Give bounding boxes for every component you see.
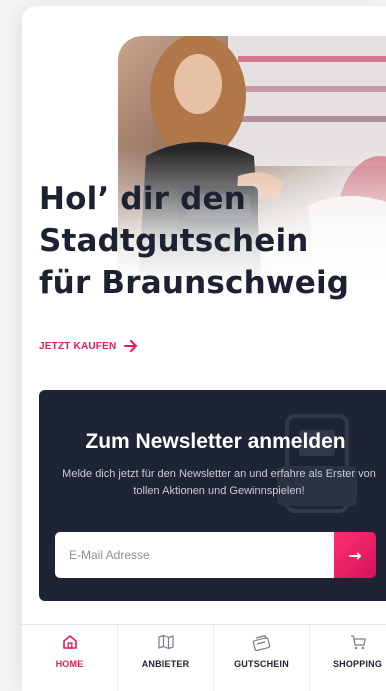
hero-title-line: Stadtgutschein [39,223,309,259]
newsletter-decor-icon [277,414,357,513]
cart-icon [350,635,366,650]
newsletter-form: → [55,532,376,578]
nav-label-anbieter: ANBIETER [141,659,190,669]
home-icon [62,635,77,649]
newsletter-section: Zum Newsletter anmelden Melde dich jetzt… [39,390,386,601]
nav-item-shopping[interactable]: SHOPPING [310,625,386,691]
email-input[interactable] [55,532,334,578]
hero-title-line: für Braunschweig [39,265,350,301]
buy-now-label: JETZT KAUFEN [39,341,117,352]
newsletter-description: Melde dich jetzt für den Newsletter an u… [62,468,376,497]
page-card: Hol’ dir den Stadtgutschein für Braunsch… [22,6,386,691]
nav-label-home: HOME [55,659,84,669]
newsletter-title: Zum Newsletter anmelden [85,430,346,453]
nav-item-anbieter[interactable]: ANBIETER [118,625,214,691]
arrow-right-icon [124,340,138,353]
nav-label-gutschein: GUTSCHEIN [234,659,289,669]
nav-item-home[interactable]: HOME [22,625,118,691]
nav-label-shopping: SHOPPING [332,659,383,669]
map-icon [157,634,174,650]
buy-now-link[interactable]: JETZT KAUFEN [39,340,138,353]
newsletter-submit-button[interactable]: → [334,532,376,578]
nav-item-gutschein[interactable]: GUTSCHEIN [214,625,310,691]
bottom-navigation: HOME ANBIETER GUTSCHEIN SHOPPING [22,624,386,691]
arrow-right-icon: → [348,545,362,565]
hero-title: Hol’ dir den Stadtgutschein für Braunsch… [39,178,384,304]
hero-title-line: Hol’ dir den [39,181,247,217]
voucher-icon [252,634,270,651]
